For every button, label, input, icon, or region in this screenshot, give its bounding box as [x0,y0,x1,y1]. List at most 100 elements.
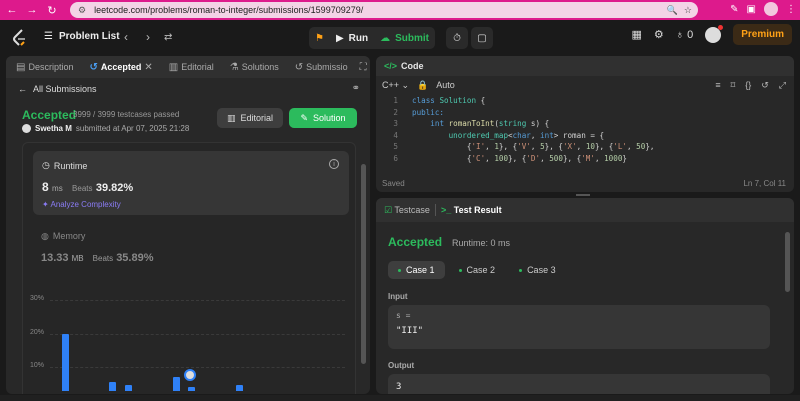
sparkle-icon: ✦ [42,200,49,209]
runtime-card[interactable]: ◷ Runtime i 8 ms Beats 39.82% ✦ Analyze C… [33,151,349,215]
extension-pen-icon[interactable]: ✎ [730,4,738,15]
taskbar [0,395,800,401]
layout-grid-icon[interactable]: ▦ [631,28,641,41]
output-label: Output [388,361,415,370]
user-avatar[interactable] [705,24,724,43]
chart-bar[interactable] [172,377,180,391]
browser-bar: ← → ↻ ⚙ leetcode.com/problems/roman-to-i… [0,0,800,20]
memory-chip-icon: ◍ [41,231,49,241]
output-box: 3 [388,374,770,394]
submission-status: Accepted [22,108,77,122]
test-status: Accepted [388,235,443,249]
reload-icon[interactable]: ↻ [44,2,60,18]
submitter-avatar [22,124,31,133]
code-line: 5 {'I', 1}, {'V', 5}, {'X', 10}, {'L', 5… [393,142,655,151]
case-tab-2[interactable]: Case 2 [449,261,506,279]
memory-label: Memory [52,231,86,241]
code-line: 1 class Solution { [393,96,486,105]
chart-bar[interactable] [188,387,196,391]
tab-editorial[interactable]: ▥ Editorial [165,62,218,73]
reset-icon[interactable]: ↺ [761,80,769,91]
case-tab-3[interactable]: Case 3 [509,261,566,279]
chart-bar[interactable] [62,333,69,391]
debug-icon[interactable]: ⚑ [309,27,330,49]
solution-button[interactable]: ✎ Solution [289,108,357,128]
zoom-icon[interactable]: 🔍 [667,5,678,16]
analyze-complexity-link[interactable]: ✦ Analyze Complexity [42,200,121,209]
submitter-name[interactable]: Swetha M [35,124,72,133]
tab-submissions[interactable]: ↺ Submissio [291,62,352,73]
braces-icon[interactable]: {} [745,80,751,91]
expand-icon[interactable]: ⤢ [779,80,786,91]
save-status: Saved [382,179,405,188]
memory-card[interactable]: ◍ Memory 13.33 MB Beats 35.89% [41,231,154,264]
tab-accepted[interactable]: ↺ Accepted ✕ [85,62,156,73]
auto-mode[interactable]: Auto [436,80,455,90]
document-icon: ▤ [16,61,26,73]
chart-bar[interactable] [109,382,117,391]
tab-solutions[interactable]: ⚗ Solutions [226,62,283,73]
timer-icon[interactable]: ⏱ [446,27,468,49]
leetcode-logo-icon[interactable] [12,29,28,47]
right-scrollbar[interactable] [785,232,790,292]
run-submit-group: ⚑ ▶ Run ☁ Submit [309,27,436,49]
chart-bar[interactable] [235,385,243,391]
run-button[interactable]: ▶ Run [330,27,374,49]
input-box: s = "III" [388,305,770,349]
forward-icon[interactable]: → [24,2,40,18]
tab-test-result[interactable]: >_ Test Result [441,205,502,215]
profile-avatar[interactable] [764,2,778,16]
code-line: 3 int romanToInt(string s) { [393,119,550,128]
submit-button[interactable]: ☁ Submit [374,27,435,49]
gridline [50,333,345,335]
maximize-icon[interactable]: ⛶ [360,62,367,73]
editorial-button[interactable]: ▥ Editorial [217,108,283,128]
prev-problem-icon[interactable]: ‹ [124,30,128,44]
case-tab-1[interactable]: Case 1 [388,261,445,279]
arrow-left-icon: ← [18,84,27,94]
flame-icon: ♁ [675,28,685,41]
tab-testcase[interactable]: ☑ Testcase [384,205,430,216]
url-bar[interactable]: ⚙ leetcode.com/problems/roman-to-integer… [70,2,698,18]
input-label: Input [388,292,408,301]
all-submissions-link[interactable]: ← All Submissions [18,84,97,94]
close-tab-icon[interactable]: ✕ [144,62,152,73]
shuffle-icon[interactable]: ⇄ [164,32,172,43]
notes-icon[interactable]: ▢ [471,27,493,49]
tab-description[interactable]: ▤ Description [12,62,77,73]
code-editor[interactable]: 1 class Solution { 2 public: 3 int romanTo… [376,96,794,165]
runtime-value: 8 ms Beats 39.82% [42,180,134,194]
memory-beats: 35.89% [116,252,154,264]
bookmark-icon[interactable]: ⌑ [731,80,736,91]
chart-bar[interactable] [125,385,133,391]
next-problem-icon[interactable]: › [146,30,150,44]
book-icon: ▥ [168,61,179,73]
editor-toolbar: C++ ⌄ 🔒 Auto ≡ ⌑ {} ↺ ⤢ [376,76,794,94]
bookmark-star-icon[interactable]: ☆ [684,5,692,16]
format-icon[interactable]: ≡ [715,80,720,91]
settings-gear-icon[interactable]: ⚙ [654,28,664,41]
input-var: s = [396,311,411,320]
flask-icon: ⚗ [229,61,239,73]
problem-list-link[interactable]: ☰ Problem List [44,31,120,42]
list-icon: ☰ [44,31,53,42]
back-icon[interactable]: ← [4,2,20,18]
info-icon[interactable]: i [329,159,339,169]
user-position-marker[interactable] [183,369,196,382]
history-icon: ↺ [89,61,98,73]
left-scrollbar[interactable] [361,164,366,364]
url-text: leetcode.com/problems/roman-to-integer/s… [94,5,364,15]
browser-menu-icon[interactable]: ⋮ [786,4,796,15]
clock-icon: ◷ [42,160,50,170]
extensions-icon[interactable]: ▣ [747,4,756,15]
panel-resize-handle[interactable] [576,194,590,196]
site-info-icon[interactable]: ⚙ [78,5,86,16]
language-select[interactable]: C++ ⌄ [382,80,409,91]
y-tick-label: 30% [30,295,45,302]
code-brackets-icon: </> [384,61,398,71]
share-link-icon[interactable]: ⚭ [352,83,360,94]
premium-button[interactable]: Premium [733,24,792,45]
submitted-time: submitted at Apr 07, 2025 21:28 [75,124,190,133]
streak-counter[interactable]: ♁ 0 [676,29,693,41]
runtime-label: Runtime [53,160,88,171]
